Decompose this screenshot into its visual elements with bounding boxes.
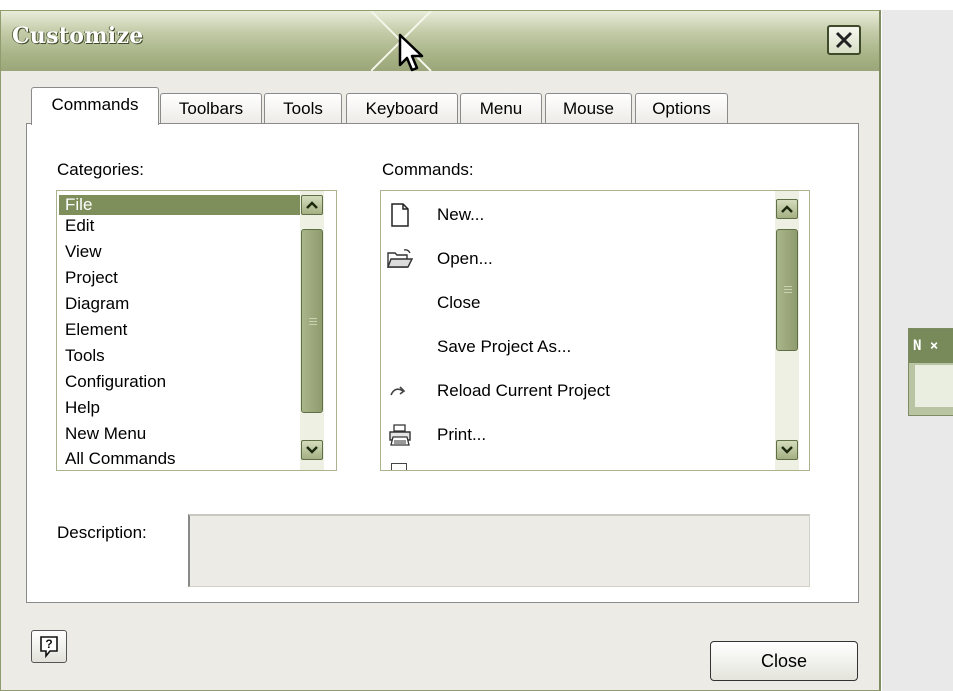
category-item-new-menu[interactable]: New Menu (65, 424, 146, 444)
docked-side-panel: N × (908, 328, 953, 416)
command-label: Print... (437, 425, 487, 444)
side-panel-header[interactable]: N × (909, 329, 953, 363)
tab-tools[interactable]: Tools (264, 93, 342, 124)
title-bar[interactable]: Customize (1, 11, 879, 71)
commands-scroll-up-button[interactable] (776, 199, 798, 219)
category-item-all-commands[interactable]: All Commands (65, 449, 176, 469)
categories-scroll-up-button[interactable] (301, 195, 323, 215)
category-item-element[interactable]: Element (65, 320, 127, 340)
side-panel-body (915, 365, 953, 407)
category-item-edit[interactable]: Edit (65, 216, 94, 236)
description-label: Description: (57, 523, 147, 542)
title-close-button[interactable] (827, 25, 861, 55)
category-item-project[interactable]: Project (65, 268, 118, 288)
help-button[interactable]: ? (31, 630, 67, 663)
categories-listbox[interactable]: File Edit View Project Diagram Element T… (56, 190, 337, 471)
dialog-title: Customize (12, 23, 144, 49)
close-button[interactable]: Close (710, 641, 858, 681)
commands-listbox[interactable]: New... Open... Close Save Project As... … (380, 190, 810, 471)
new-document-icon (387, 202, 413, 228)
command-label: Open... (437, 249, 493, 268)
mouse-cursor-icon (398, 33, 424, 72)
svg-text:?: ? (45, 637, 52, 651)
category-item-diagram[interactable]: Diagram (65, 294, 129, 314)
close-icon (835, 31, 853, 49)
category-item-tools[interactable]: Tools (65, 346, 105, 366)
category-item-view[interactable]: View (65, 242, 102, 262)
command-label: Reload Current Project (437, 381, 610, 400)
printer-icon (387, 422, 413, 448)
category-item-file[interactable]: File (59, 195, 301, 215)
chevron-down-icon (781, 446, 793, 454)
category-item-help[interactable]: Help (65, 398, 100, 418)
partial-command-icon (391, 463, 407, 470)
categories-scrollbar[interactable] (300, 191, 324, 470)
tab-keyboard[interactable]: Keyboard (346, 93, 458, 124)
tab-menu[interactable]: Menu (460, 93, 542, 124)
categories-label: Categories: (57, 160, 144, 179)
chevron-up-icon (781, 205, 793, 213)
reload-icon (387, 378, 413, 404)
open-folder-icon (387, 246, 413, 272)
chevron-down-icon (306, 446, 318, 454)
chevron-up-icon (306, 201, 318, 209)
command-label: New... (437, 205, 485, 224)
tab-commands[interactable]: Commands (31, 87, 159, 125)
commands-scroll-down-button[interactable] (776, 440, 798, 460)
commands-label: Commands: (382, 160, 474, 179)
commands-scrollbar[interactable] (775, 191, 799, 470)
description-field (188, 514, 810, 587)
command-label: Save Project As... (437, 337, 572, 356)
customize-dialog: Customize Commands Toolbars Tools Keyboa… (0, 10, 881, 691)
tab-options[interactable]: Options (635, 93, 728, 124)
category-item-configuration[interactable]: Configuration (65, 372, 166, 392)
categories-scroll-thumb[interactable] (301, 229, 323, 413)
tab-toolbars[interactable]: Toolbars (160, 93, 262, 124)
tab-mouse[interactable]: Mouse (545, 93, 632, 124)
categories-scroll-down-button[interactable] (301, 440, 323, 460)
command-label: Close (437, 293, 481, 312)
help-icon: ? (40, 635, 58, 658)
commands-scroll-thumb[interactable] (776, 229, 798, 351)
